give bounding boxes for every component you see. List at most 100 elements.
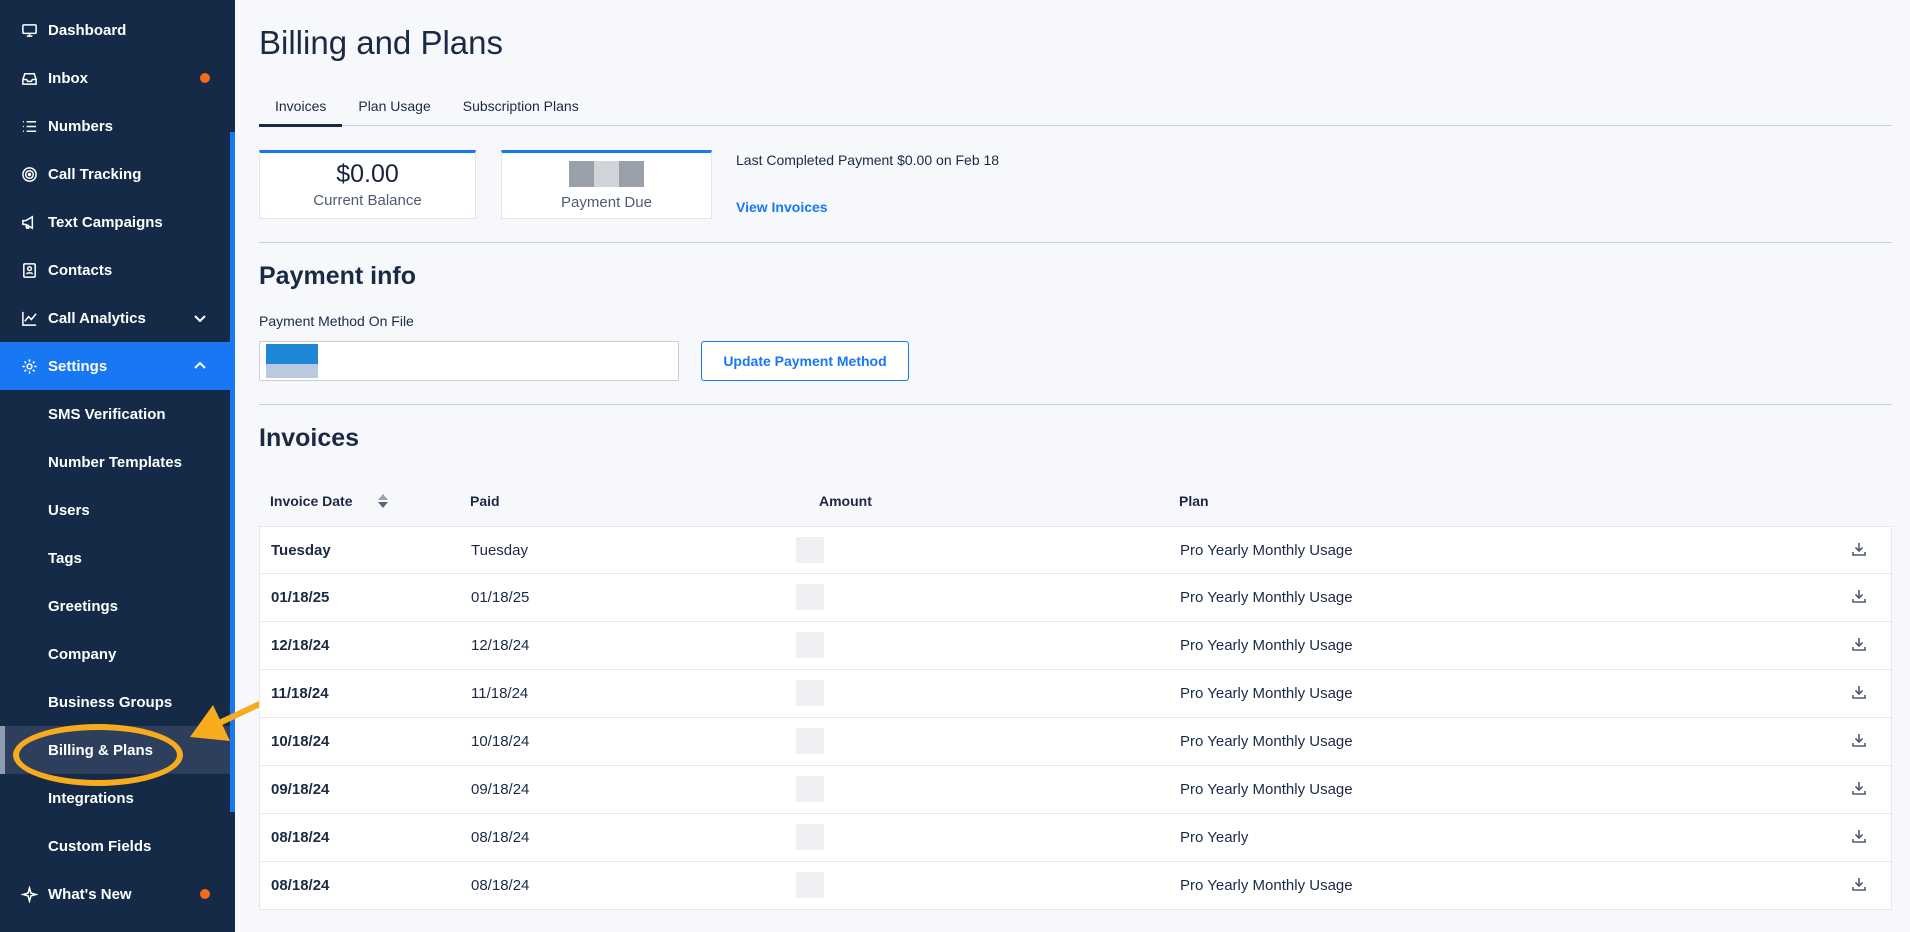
page-title: Billing and Plans [259, 24, 503, 61]
download-icon[interactable] [1851, 780, 1869, 798]
credit-card-icon [266, 344, 318, 378]
table-row: Tuesday Tuesday Pro Yearly Monthly Usage [259, 526, 1892, 574]
tab-plan-usage[interactable]: Plan Usage [342, 94, 446, 125]
plan-cell: Pro Yearly Monthly Usage [1180, 542, 1353, 559]
sidebar-item-settings[interactable]: Settings [0, 342, 230, 390]
paid-date-cell: 01/18/25 [471, 589, 530, 606]
invoice-date-cell: 10/18/24 [271, 733, 330, 750]
download-icon[interactable] [1851, 636, 1869, 654]
gear-icon [20, 357, 38, 375]
sidebar-subitem-number-templates[interactable]: Number Templates [0, 438, 230, 486]
download-icon[interactable] [1851, 876, 1869, 894]
sidebar-subitem-users[interactable]: Users [0, 486, 230, 534]
table-row: 01/18/25 01/18/25 Pro Yearly Monthly Usage [259, 574, 1892, 622]
sidebar-subitem-greetings[interactable]: Greetings [0, 582, 230, 630]
redacted-amount-cell [796, 632, 824, 658]
divider [259, 404, 1892, 405]
sparkle-icon [20, 885, 38, 903]
chevron-down-icon[interactable] [192, 310, 208, 326]
redacted-amount-cell [796, 537, 824, 563]
paid-date-cell: 12/18/24 [471, 637, 530, 654]
sidebar-subitem-billing-plans[interactable]: Billing & Plans [0, 726, 230, 774]
redacted-amount-cell [796, 680, 824, 706]
invoice-date-cell: 11/18/24 [271, 685, 329, 702]
sidebar-item-inbox[interactable]: Inbox [0, 54, 230, 102]
divider [259, 242, 1892, 243]
download-icon[interactable] [1851, 732, 1869, 750]
payment-due-label: Payment Due [561, 194, 652, 211]
plan-cell: Pro Yearly Monthly Usage [1180, 589, 1353, 606]
sidebar-item-numbers[interactable]: Numbers [0, 102, 230, 150]
invoice-date-cell: 01/18/25 [271, 589, 330, 606]
redacted-amount-cell [796, 776, 824, 802]
tab-invoices[interactable]: Invoices [259, 94, 343, 127]
sidebar: Dashboard Inbox Numbers Call Tracking Te… [0, 0, 235, 932]
plan-cell: Pro Yearly Monthly Usage [1180, 733, 1353, 750]
download-icon[interactable] [1851, 828, 1869, 846]
sidebar-item-text-campaigns[interactable]: Text Campaigns [0, 198, 230, 246]
current-balance-value: $0.00 [336, 160, 399, 188]
sidebar-item-dashboard[interactable]: Dashboard [0, 6, 230, 54]
sidebar-subitem-sms-verification[interactable]: SMS Verification [0, 390, 230, 438]
sidebar-item-call-tracking[interactable]: Call Tracking [0, 150, 230, 198]
sidebar-subitem-label: Custom Fields [48, 837, 152, 855]
current-balance-label: Current Balance [313, 192, 422, 209]
plan-cell: Pro Yearly Monthly Usage [1180, 685, 1353, 702]
sidebar-subitem-label: Business Groups [48, 693, 173, 711]
last-payment-date: on Feb 18 [932, 152, 1000, 168]
invoice-date-cell: 08/18/24 [271, 877, 330, 894]
chevron-up-icon[interactable] [192, 358, 208, 374]
sidebar-item-whats-new[interactable]: What's New [0, 870, 230, 918]
sort-icon[interactable] [377, 492, 389, 510]
sidebar-item-label: Inbox [48, 69, 88, 87]
sidebar-subitem-custom-fields[interactable]: Custom Fields [0, 822, 230, 870]
table-body: Tuesday Tuesday Pro Yearly Monthly Usage 01… [259, 526, 1892, 910]
monitor-icon [20, 21, 38, 39]
update-payment-method-button[interactable]: Update Payment Method [701, 341, 909, 381]
current-balance-card: $0.00 Current Balance [259, 150, 476, 219]
paid-date-cell: 09/18/24 [471, 781, 530, 798]
redacted-amount [569, 161, 644, 187]
invoice-date-cell: 09/18/24 [271, 781, 330, 798]
table-row: 08/18/24 08/18/24 Pro Yearly [259, 814, 1892, 862]
payment-method-field [259, 341, 679, 381]
tab-bar: Invoices Plan Usage Subscription Plans [259, 94, 1892, 127]
sidebar-subitem-business-groups[interactable]: Business Groups [0, 678, 230, 726]
sidebar-subitem-label: Integrations [48, 789, 134, 807]
payment-due-card: Payment Due [501, 150, 712, 219]
download-icon[interactable] [1851, 588, 1869, 606]
tab-subscription-plans[interactable]: Subscription Plans [447, 94, 595, 125]
download-icon[interactable] [1851, 684, 1869, 702]
sidebar-item-label: Dashboard [48, 21, 127, 39]
redacted-amount-cell [796, 872, 824, 898]
notification-dot [200, 889, 210, 899]
download-icon[interactable] [1851, 541, 1869, 559]
view-invoices-link[interactable]: View Invoices [736, 199, 828, 215]
last-payment-text: Last Completed Payment $0.00 on Feb 18 [736, 152, 999, 168]
plan-cell: Pro Yearly Monthly Usage [1180, 637, 1353, 654]
column-header-invoice-date[interactable]: Invoice Date [270, 493, 352, 509]
table-row: 09/18/24 09/18/24 Pro Yearly Monthly Usage [259, 766, 1892, 814]
redacted-amount-cell [796, 728, 824, 754]
last-payment-amount: $0.00 [897, 152, 933, 168]
sidebar-subitem-integrations[interactable]: Integrations [0, 774, 230, 822]
table-row: 11/18/24 11/18/24 Pro Yearly Monthly Usage [259, 670, 1892, 718]
paid-date-cell: 08/18/24 [471, 877, 530, 894]
paid-date-cell: 10/18/24 [471, 733, 530, 750]
sidebar-subitem-label: Users [48, 501, 90, 519]
redacted-amount-cell [796, 824, 824, 850]
inbox-icon [20, 69, 38, 87]
sidebar-item-label: Call Tracking [48, 165, 142, 183]
paid-date-cell: 11/18/24 [471, 685, 529, 702]
invoice-date-cell: Tuesday [271, 542, 331, 559]
sidebar-subitem-label: SMS Verification [48, 405, 166, 423]
plan-cell: Pro Yearly Monthly Usage [1180, 781, 1353, 798]
megaphone-icon [20, 213, 38, 231]
sidebar-item-contacts[interactable]: Contacts [0, 246, 230, 294]
sidebar-item-call-analytics[interactable]: Call Analytics [0, 294, 230, 342]
sidebar-subitem-label: Number Templates [48, 453, 182, 471]
payment-method-label: Payment Method On File [259, 313, 414, 329]
sidebar-subitem-tags[interactable]: Tags [0, 534, 230, 582]
sidebar-subitem-company[interactable]: Company [0, 630, 230, 678]
sidebar-item-label: Contacts [48, 261, 113, 279]
